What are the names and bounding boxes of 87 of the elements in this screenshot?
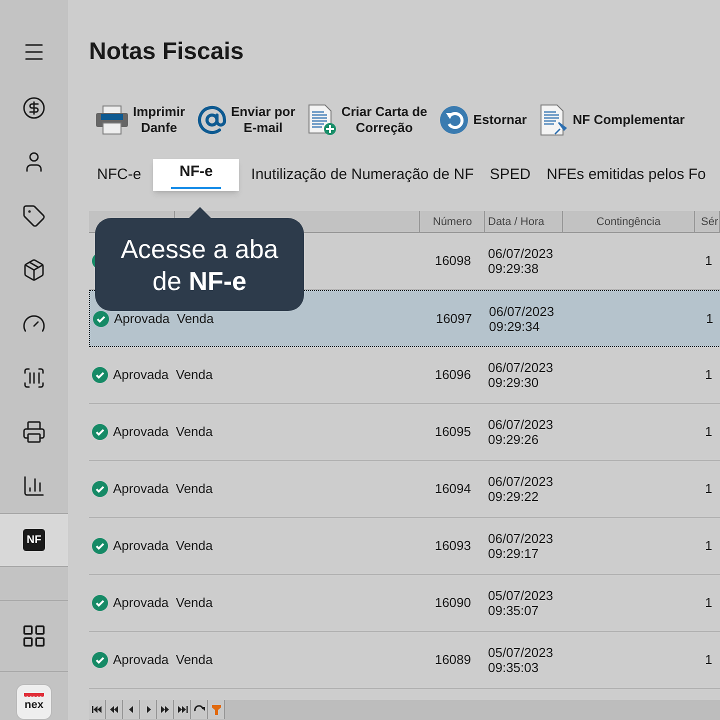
- status-text: Aprovada Venda: [113, 480, 213, 498]
- document-pin-icon: [538, 104, 569, 136]
- dollar-icon: [22, 96, 46, 120]
- tab[interactable]: NFC-e: [89, 159, 150, 191]
- pager-button[interactable]: [157, 700, 174, 719]
- table-cell-text: 06/07/2023 09:29:26: [487, 417, 554, 447]
- table-cell-text: 05/07/2023 09:35:03: [487, 645, 554, 675]
- table-cell-text: 06/07/2023 09:29:34: [488, 304, 556, 334]
- check-circle-icon: [92, 481, 108, 497]
- table-cell-text: 16097: [434, 310, 473, 328]
- table-cell-text: 16096: [434, 366, 472, 384]
- logo[interactable]: nex: [16, 684, 52, 720]
- pager-button[interactable]: [191, 700, 208, 719]
- table-cell-text: 16093: [434, 537, 472, 556]
- status-text: Aprovada Venda: [113, 423, 213, 442]
- table-cell-text: 16095: [434, 423, 472, 442]
- pager-button[interactable]: [123, 700, 140, 719]
- table-row[interactable]: Aprovada Venda 16094 06/07/2023 09:29:22 1: [89, 461, 720, 518]
- column-header[interactable]: Sér: [695, 211, 720, 233]
- double-right-icon: [158, 703, 172, 716]
- table-cell-text: 16094: [434, 480, 472, 498]
- check-circle-icon: [92, 367, 108, 383]
- box-icon: [22, 258, 46, 282]
- table-cell-text: 05/07/2023 09:35:07: [487, 588, 554, 618]
- check-circle-icon: [93, 310, 109, 326]
- filter-icon: [210, 703, 222, 716]
- table-row[interactable]: Aprovada Venda 16096 06/07/2023 09:29:30 1: [89, 347, 720, 404]
- toolbar-button[interactable]: Enviar por E-mail: [197, 100, 296, 140]
- pager-button[interactable]: [106, 700, 123, 719]
- status-text: Aprovada Venda: [113, 366, 213, 384]
- check-circle-icon: [92, 424, 108, 440]
- table-cell-text: 06/07/2023 09:29:38: [487, 246, 554, 276]
- table-cell-text: 1: [704, 480, 714, 498]
- tab[interactable]: SPED: [482, 159, 539, 191]
- bar-chart-icon: [22, 474, 46, 498]
- check-circle-icon: [92, 538, 108, 554]
- tab[interactable]: Inutilização de Numeração de NF: [243, 159, 482, 191]
- table-cell-text: 1: [704, 594, 714, 612]
- table-cell-text: 16090: [434, 594, 472, 612]
- status-text: Aprovada Venda: [113, 651, 213, 670]
- tab[interactable]: NFEs emitidas pelos Fo: [538, 159, 714, 191]
- toolbar-button[interactable]: NF Complementar: [538, 100, 685, 140]
- first-page-icon: [90, 703, 104, 716]
- document-plus-icon: [307, 104, 338, 136]
- tag-icon: [22, 204, 46, 228]
- check-circle-icon: [92, 652, 108, 668]
- printer-icon: [95, 105, 129, 135]
- table-row[interactable]: Aprovada Venda 16089 05/07/2023 09:35:03 1: [89, 632, 720, 689]
- table-cell-text: 16089: [434, 651, 472, 670]
- table-cell-text: 1: [704, 537, 714, 556]
- column-header[interactable]: Contingência: [563, 211, 695, 233]
- table-cell-text: 06/07/2023 09:29:30: [487, 360, 554, 390]
- tooltip: Acesse a aba de NF-e: [95, 218, 304, 311]
- sidebar-item[interactable]: NF: [0, 513, 68, 567]
- table-cell-text: 1: [704, 423, 714, 442]
- double-left-icon: [108, 703, 120, 716]
- table-cell-text: 1: [704, 366, 714, 384]
- nf-icon: NF: [23, 529, 45, 551]
- register-icon: [22, 420, 46, 444]
- apps-icon[interactable]: [21, 623, 47, 649]
- table-row[interactable]: Aprovada Venda 16093 06/07/2023 09:29:17 1: [89, 518, 720, 575]
- table-cell-text: 1: [704, 252, 714, 270]
- status-text: Aprovada Venda: [114, 310, 214, 328]
- table-row[interactable]: Aprovada Venda 16095 06/07/2023 09:29:26 1: [89, 404, 720, 461]
- page-title: Notas Fiscais: [89, 38, 244, 66]
- tab[interactable]: NF-e: [153, 159, 240, 191]
- pager-button[interactable]: [140, 700, 157, 719]
- status-text: Aprovada Venda: [113, 537, 213, 556]
- pager-button[interactable]: [174, 700, 191, 719]
- at-sign-icon: [197, 105, 228, 135]
- check-circle-icon: [92, 595, 108, 611]
- table-cell-text: 06/07/2023 09:29:17: [487, 531, 554, 561]
- column-header[interactable]: Data / Hora: [485, 211, 563, 233]
- toolbar-button[interactable]: Estornar: [439, 100, 527, 140]
- undo-icon: [439, 105, 470, 135]
- column-header[interactable]: Número: [420, 211, 485, 233]
- toolbar-button[interactable]: Imprimir Danfe: [95, 100, 186, 140]
- table-cell-text: 1: [704, 651, 714, 670]
- table-cell-text: 06/07/2023 09:29:22: [487, 474, 554, 504]
- last-page-icon: [176, 703, 188, 716]
- table-row[interactable]: Aprovada Venda 16090 05/07/2023 09:35:07 1: [89, 575, 720, 632]
- toolbar-button[interactable]: Criar Carta de Correção: [307, 100, 428, 140]
- table-cell-text: 16098: [434, 252, 472, 270]
- pager-button[interactable]: [89, 700, 106, 719]
- barcode-icon: [22, 366, 46, 390]
- table-cell-text: 1: [705, 310, 714, 328]
- status-text: Aprovada Venda: [113, 594, 213, 612]
